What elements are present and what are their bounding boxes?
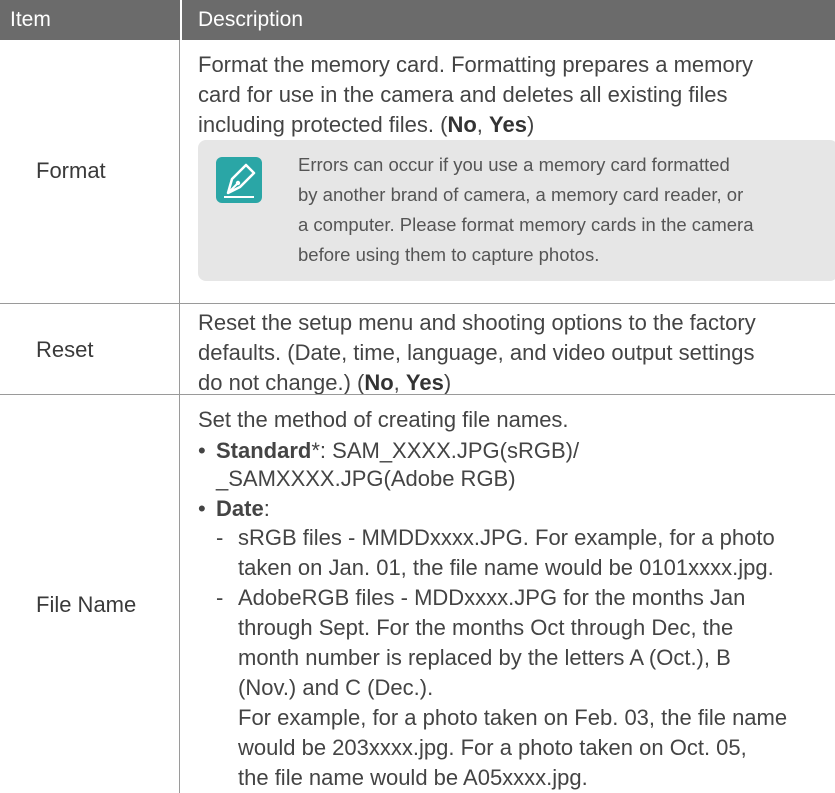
item-label: File Name: [36, 592, 137, 617]
note-line: Errors can occur if you use a memory car…: [298, 154, 730, 175]
date-label: Date: [216, 496, 264, 521]
desc-line: Reset the setup menu and shooting option…: [198, 310, 756, 335]
header-description-label: Description: [198, 8, 304, 31]
adobe-line: would be 203xxxx.jpg. For a photo taken …: [238, 735, 747, 760]
standard-label: Standard: [216, 438, 312, 463]
adobe-line: For example, for a photo taken on Feb. 0…: [238, 705, 788, 730]
header-divider: [180, 0, 182, 40]
dash: -: [216, 525, 224, 550]
options-sep: ,: [393, 370, 406, 395]
desc-line-text: including protected files.: [198, 112, 441, 137]
option-no: No: [364, 370, 394, 395]
column-divider: [179, 40, 180, 303]
bullet-date: • Date:: [198, 494, 270, 524]
date-colon: :: [263, 496, 270, 521]
note-line: before using them to capture photos.: [298, 244, 600, 265]
desc-line: including protected files. (No, Yes): [198, 110, 830, 140]
adobe-line: month number is replaced by the letters …: [238, 645, 731, 670]
desc-intro: Set the method of creating file names.: [198, 407, 569, 432]
note-box: Errors can occur if you use a memory car…: [198, 140, 835, 281]
item-label: Reset: [36, 337, 94, 362]
adobe-text: AdobeRGB files - MDDxxxx.JPG for the mon…: [238, 583, 833, 793]
column-divider: [179, 394, 180, 793]
standard-text: *: SAM_XXXX.JPG(sRGB)/: [311, 438, 580, 463]
bullet-dot: •: [198, 438, 206, 463]
option-no: No: [447, 112, 477, 137]
standard-text-cont: _SAMXXXX.JPG(Adobe RGB): [216, 466, 516, 491]
note-text: Errors can occur if you use a memory car…: [298, 150, 828, 270]
row-description: Format the memory card. Formatting prepa…: [198, 50, 830, 140]
adobe-line: the file name would be A05xxxx.jpg.: [238, 765, 588, 790]
srgb-line: sRGB files - MMDDxxxx.JPG. For example, …: [238, 525, 775, 550]
row-divider: [0, 394, 835, 395]
row-description: Reset the setup menu and shooting option…: [198, 308, 830, 398]
adobe-line: AdobeRGB files - MDDxxxx.JPG for the mon…: [238, 585, 746, 610]
bullet-standard: • Standard*: SAM_XXXX.JPG(sRGB)/: [198, 436, 579, 466]
bullet-dot: •: [198, 496, 206, 521]
adobe-line: through Sept. For the months Oct through…: [238, 615, 734, 640]
settings-table: Item Description Format Format the memor…: [0, 0, 835, 793]
srgb-text: sRGB files - MMDDxxxx.JPG. For example, …: [238, 523, 833, 583]
header-item-label: Item: [10, 8, 51, 31]
options-paren: ): [443, 370, 452, 395]
option-yes: Yes: [405, 370, 444, 395]
options-sep: ,: [476, 112, 490, 137]
note-line: a computer. Please format memory cards i…: [298, 214, 754, 235]
desc-line-text: do not change.): [198, 370, 358, 395]
dash: -: [216, 585, 224, 610]
option-yes: Yes: [489, 112, 527, 137]
options-paren: ): [526, 112, 535, 137]
column-divider: [179, 303, 180, 394]
srgb-line: taken on Jan. 01, the file name would be…: [238, 555, 774, 580]
desc-line: card for use in the camera and deletes a…: [198, 82, 728, 107]
item-label: Format: [36, 158, 106, 183]
adobe-line: (Nov.) and C (Dec.).: [238, 675, 434, 700]
note-line: by another brand of camera, a memory car…: [298, 184, 744, 205]
desc-line: defaults. (Date, time, language, and vid…: [198, 340, 755, 365]
desc-line: Format the memory card. Formatting prepa…: [198, 52, 754, 77]
row-divider: [0, 303, 835, 304]
table-header: Item Description: [0, 0, 835, 40]
pen-nib-icon: [216, 157, 262, 203]
